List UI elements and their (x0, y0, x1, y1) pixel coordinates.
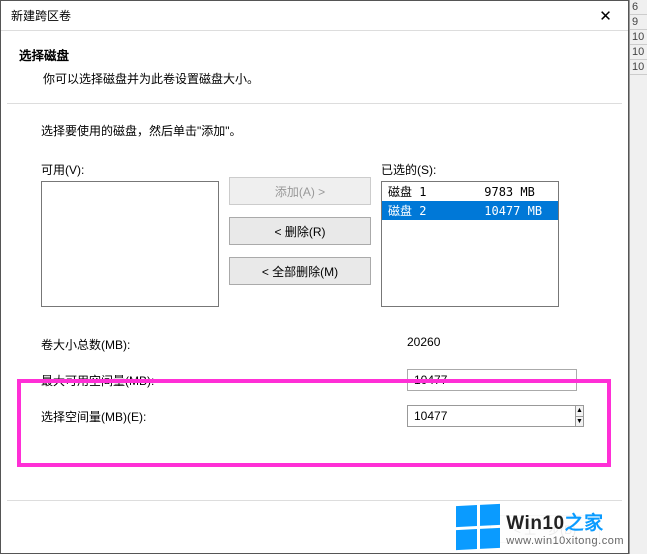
obscured-right-strip: 6 9 10 10 10 (629, 0, 647, 554)
page-subtitle: 你可以选择磁盘并为此卷设置磁盘大小。 (43, 70, 610, 87)
remove-button[interactable]: < 删除(R) (229, 217, 371, 245)
select-space-row: 选择空间量(MB)(E): ▲ ▼ (41, 405, 588, 427)
list-item[interactable]: 磁盘 2 10477 MB (382, 201, 558, 220)
list-item[interactable]: 磁盘 1 9783 MB (382, 182, 558, 201)
transfer-buttons: 添加(A) > < 删除(R) < 全部删除(M) (229, 161, 371, 285)
selected-label: 已选的(S): (381, 161, 559, 178)
max-space-label: 最大可用空间量(MB): (41, 372, 407, 389)
content-area: 选择要使用的磁盘，然后单击"添加"。 可用(V): 添加(A) > < 删除(R… (1, 104, 628, 451)
select-space-spinner[interactable]: ▲ ▼ (407, 405, 577, 427)
close-icon: ✕ (599, 7, 612, 25)
wizard-dialog: 新建跨区卷 ✕ 选择磁盘 你可以选择磁盘并为此卷设置磁盘大小。 选择要使用的磁盘… (0, 0, 629, 554)
titlebar[interactable]: 新建跨区卷 ✕ (1, 1, 628, 31)
max-space-value: 10477 (407, 369, 577, 391)
watermark-text: Win10之家 www.win10xitong.com (506, 508, 624, 547)
selected-column: 已选的(S): 磁盘 1 9783 MB磁盘 2 10477 MB (381, 161, 559, 307)
add-button: 添加(A) > (229, 177, 371, 205)
select-space-input[interactable] (407, 405, 576, 427)
total-size-label: 卷大小总数(MB): (41, 336, 407, 353)
available-column: 可用(V): (41, 161, 219, 307)
watermark: Win10之家 www.win10xitong.com (450, 501, 626, 551)
size-fields: 卷大小总数(MB): 20260 最大可用空间量(MB): 10477 选择空间… (41, 333, 588, 427)
max-space-row: 最大可用空间量(MB): 10477 (41, 369, 588, 391)
selected-listbox[interactable]: 磁盘 1 9783 MB磁盘 2 10477 MB (381, 181, 559, 307)
instruction-text: 选择要使用的磁盘，然后单击"添加"。 (41, 122, 588, 139)
page-title: 选择磁盘 (19, 45, 610, 64)
windows-logo-icon (456, 504, 500, 550)
spinner-up-icon[interactable]: ▲ (576, 406, 583, 417)
total-size-row: 卷大小总数(MB): 20260 (41, 333, 588, 355)
available-listbox[interactable] (41, 181, 219, 307)
window-title: 新建跨区卷 (11, 7, 71, 24)
remove-all-button[interactable]: < 全部删除(M) (229, 257, 371, 285)
spinner-down-icon[interactable]: ▼ (576, 417, 583, 427)
wizard-header: 选择磁盘 你可以选择磁盘并为此卷设置磁盘大小。 (1, 31, 628, 99)
select-space-label: 选择空间量(MB)(E): (41, 408, 407, 425)
close-button[interactable]: ✕ (583, 1, 628, 30)
total-size-value: 20260 (407, 333, 577, 355)
available-label: 可用(V): (41, 161, 219, 178)
